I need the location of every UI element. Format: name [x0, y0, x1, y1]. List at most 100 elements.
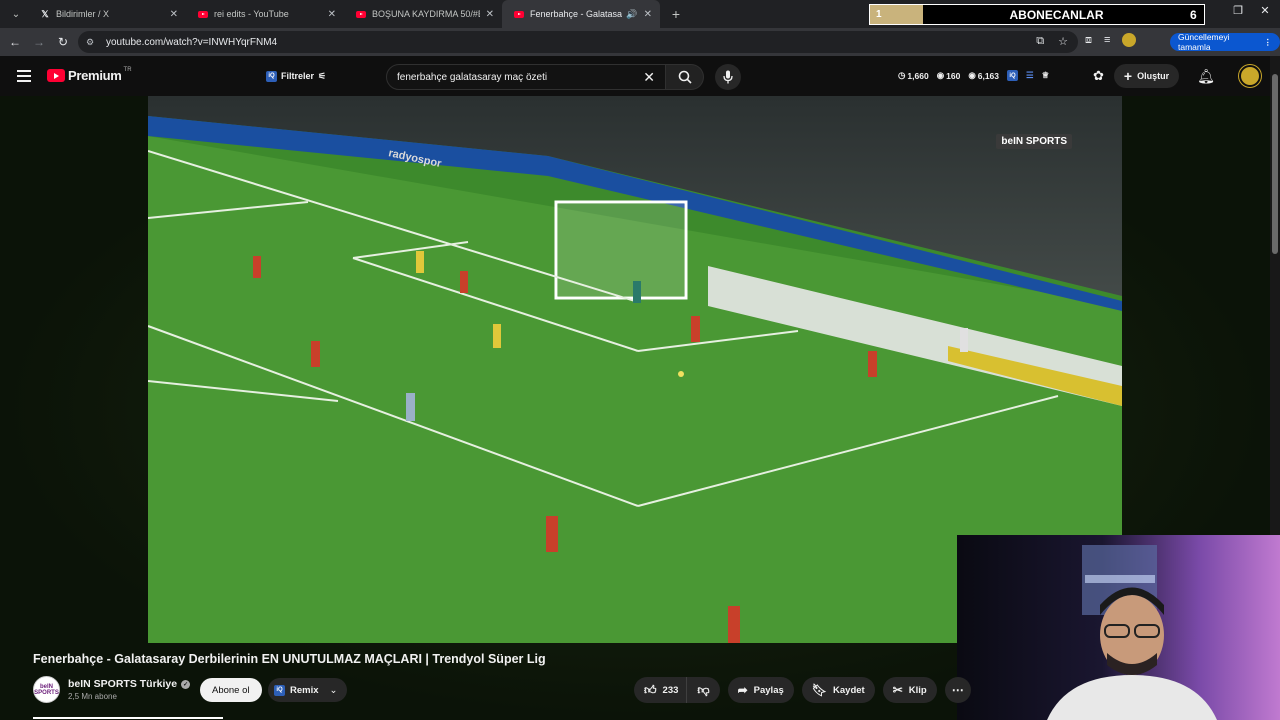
iq-extension-icon[interactable]: iQ [1007, 70, 1019, 81]
tab-title: Bildirimler / X [56, 9, 110, 19]
scissors-icon: ✂ [892, 683, 903, 697]
youtube-icon [198, 9, 208, 19]
more-vert-icon[interactable]: ⋮ [1264, 37, 1273, 48]
forward-icon[interactable]: → [27, 35, 51, 49]
cast-icon[interactable]: ⧉ [1036, 35, 1044, 48]
share-icon: ➦ [737, 683, 748, 697]
youtube-header: Premium TR iQ Filtreler ⚟ fenerbahçe gal… [0, 56, 1280, 96]
stat-value: 1,660 [907, 70, 929, 81]
stat-value: 6,163 [977, 70, 1000, 81]
like-count: 233 [662, 684, 679, 696]
tune-icon: ⚟ [318, 70, 327, 81]
account-avatar[interactable] [1238, 65, 1261, 87]
streamer-webcam-image [957, 535, 1280, 720]
thumbs-down-icon: 👎︎ [697, 682, 710, 697]
address-bar[interactable]: ⚙ youtube.com/watch?v=INWHYqrFNM4 ⧉ ☆ [78, 31, 1078, 53]
channel-name-link[interactable]: beIN SPORTS Türkiye ✓ [68, 678, 191, 690]
close-window-icon[interactable]: ✕ [1255, 4, 1275, 17]
voice-search-button[interactable] [715, 64, 741, 90]
reload-icon[interactable]: ↻ [51, 35, 75, 49]
tab-title: BOŞUNA KAYDIRMA 50/#BK50 [372, 9, 480, 19]
clear-search-icon[interactable]: ✕ [643, 69, 655, 86]
channel-name: beIN SPORTS Türkiye [68, 678, 178, 690]
list-icon[interactable]: ☰ [1026, 70, 1034, 81]
iq-extension-icon: iQ [266, 70, 277, 82]
close-icon[interactable]: ✕ [486, 9, 494, 20]
create-button[interactable]: + Oluştur [1113, 64, 1180, 88]
chevron-down-icon: ⌄ [329, 684, 338, 696]
url-text: youtube.com/watch?v=INWHYqrFNM4 [106, 36, 278, 48]
extensions-icon[interactable]: ⧈ [1085, 34, 1092, 47]
search-button[interactable] [666, 64, 704, 90]
update-button[interactable]: Güncellemeyi tamamla ⋮ [1170, 32, 1280, 52]
avatar-text: beIN SPORTS [34, 683, 59, 696]
eye-icon: ◉ [968, 70, 976, 80]
filters-button[interactable]: iQ Filtreler ⚟ [258, 64, 334, 88]
clip-button[interactable]: ✂ Klip [882, 677, 937, 703]
search-query: fenerbahçe galatasaray maç özeti [397, 71, 548, 83]
subscribe-button[interactable]: Abone ol [200, 678, 262, 702]
counter-right-value: 6 [1190, 7, 1197, 22]
scrollbar-thumb[interactable] [1272, 74, 1278, 254]
filters-label: Filtreler [281, 71, 315, 81]
iq-extension-icon: iQ [274, 684, 285, 696]
browser-tab-4[interactable]: Fenerbahçe - Galatasaray D 🔊 ✕ [502, 0, 660, 28]
browser-tab-3[interactable]: BOŞUNA KAYDIRMA 50/#BK50 ✕ [344, 0, 502, 28]
browser-tab-2[interactable]: rei edits - YouTube ✕ [186, 0, 344, 28]
extension-stats: ◷ 1,660 ◉ 160 ◉ 6,163 iQ ☰ ♕ [898, 70, 1049, 81]
share-button[interactable]: ➦ Paylaş [727, 677, 794, 703]
create-label: Oluştur [1137, 71, 1170, 81]
notifications-bell-icon[interactable]: 🔔︎ [1197, 68, 1215, 85]
plus-icon: + [1123, 68, 1133, 84]
search-input[interactable]: fenerbahçe galatasaray maç özeti ✕ [386, 64, 666, 90]
like-dislike-group: 👍︎ 233 👎︎ [634, 677, 720, 703]
menu-icon[interactable] [17, 70, 31, 85]
new-tab-button[interactable]: + [664, 6, 688, 22]
stat-views: ◉ 160 [937, 70, 961, 81]
clock-icon: ◷ [898, 70, 906, 80]
tab-title: rei edits - YouTube [214, 9, 289, 19]
browser-tab-1[interactable]: 𝕏 Bildirimler / X ✕ [28, 0, 186, 28]
eye-icon: ◉ [936, 70, 945, 80]
search-icon [678, 70, 692, 84]
more-actions-icon[interactable]: ⋯ [944, 677, 971, 703]
bookmark-star-icon[interactable]: ☆ [1058, 35, 1068, 48]
logo-text: Premium [68, 68, 122, 83]
remix-button[interactable]: iQ Remix ⌄ [268, 678, 348, 702]
back-icon[interactable]: ← [3, 35, 27, 49]
channel-avatar[interactable]: beIN SPORTS [33, 676, 60, 703]
x-logo-icon: 𝕏 [41, 8, 49, 19]
video-title: Fenerbahçe - Galatasaray Derbilerinin EN… [33, 652, 546, 666]
extension-puzzle-icon[interactable]: ✿ [1093, 68, 1104, 84]
trophy-icon[interactable]: ♕ [1042, 70, 1050, 81]
close-icon[interactable]: ✕ [170, 9, 178, 20]
playback-progress-bar[interactable] [33, 717, 223, 719]
dislike-button[interactable]: 👎︎ [686, 677, 720, 703]
like-button[interactable]: 👍︎ 233 [634, 677, 687, 703]
speaker-icon[interactable]: 🔊 [626, 9, 637, 20]
update-label: Güncellemeyi tamamla [1178, 32, 1230, 52]
channel-info: beIN SPORTS beIN SPORTS Türkiye ✓ 2,5 Mn… [33, 676, 191, 703]
save-label: Kaydet [833, 684, 865, 696]
restore-window-icon[interactable]: ❐ [1228, 4, 1248, 17]
reading-list-icon[interactable]: ≡ [1104, 34, 1110, 46]
share-label: Paylaş [753, 684, 784, 696]
remix-label: Remix [290, 684, 319, 696]
tab-title: Fenerbahçe - Galatasaray D [530, 9, 623, 19]
save-button[interactable]: 🔖︎ Kaydet [801, 677, 875, 703]
site-info-icon[interactable]: ⚙ [86, 37, 100, 48]
clip-label: Klip [908, 684, 927, 696]
chevron-down-icon: ⌄ [11, 8, 21, 20]
channel-watermark: beIN SPORTS [996, 134, 1072, 149]
counter-left-value: 1 [870, 5, 923, 24]
subscriber-count: 2,5 Mn abone [68, 692, 117, 701]
stat-total: ◉ 6,163 [968, 70, 999, 81]
youtube-premium-logo[interactable]: Premium TR [47, 67, 132, 83]
youtube-play-icon [47, 69, 65, 82]
stat-value: 160 [946, 70, 961, 81]
counter-title: ABONECANLAR [1009, 7, 1104, 22]
close-icon[interactable]: ✕ [328, 9, 336, 20]
close-icon[interactable]: ✕ [644, 9, 652, 20]
extension-avatar-icon[interactable] [1122, 33, 1137, 47]
tab-search-button[interactable]: ⌄ [4, 4, 28, 24]
